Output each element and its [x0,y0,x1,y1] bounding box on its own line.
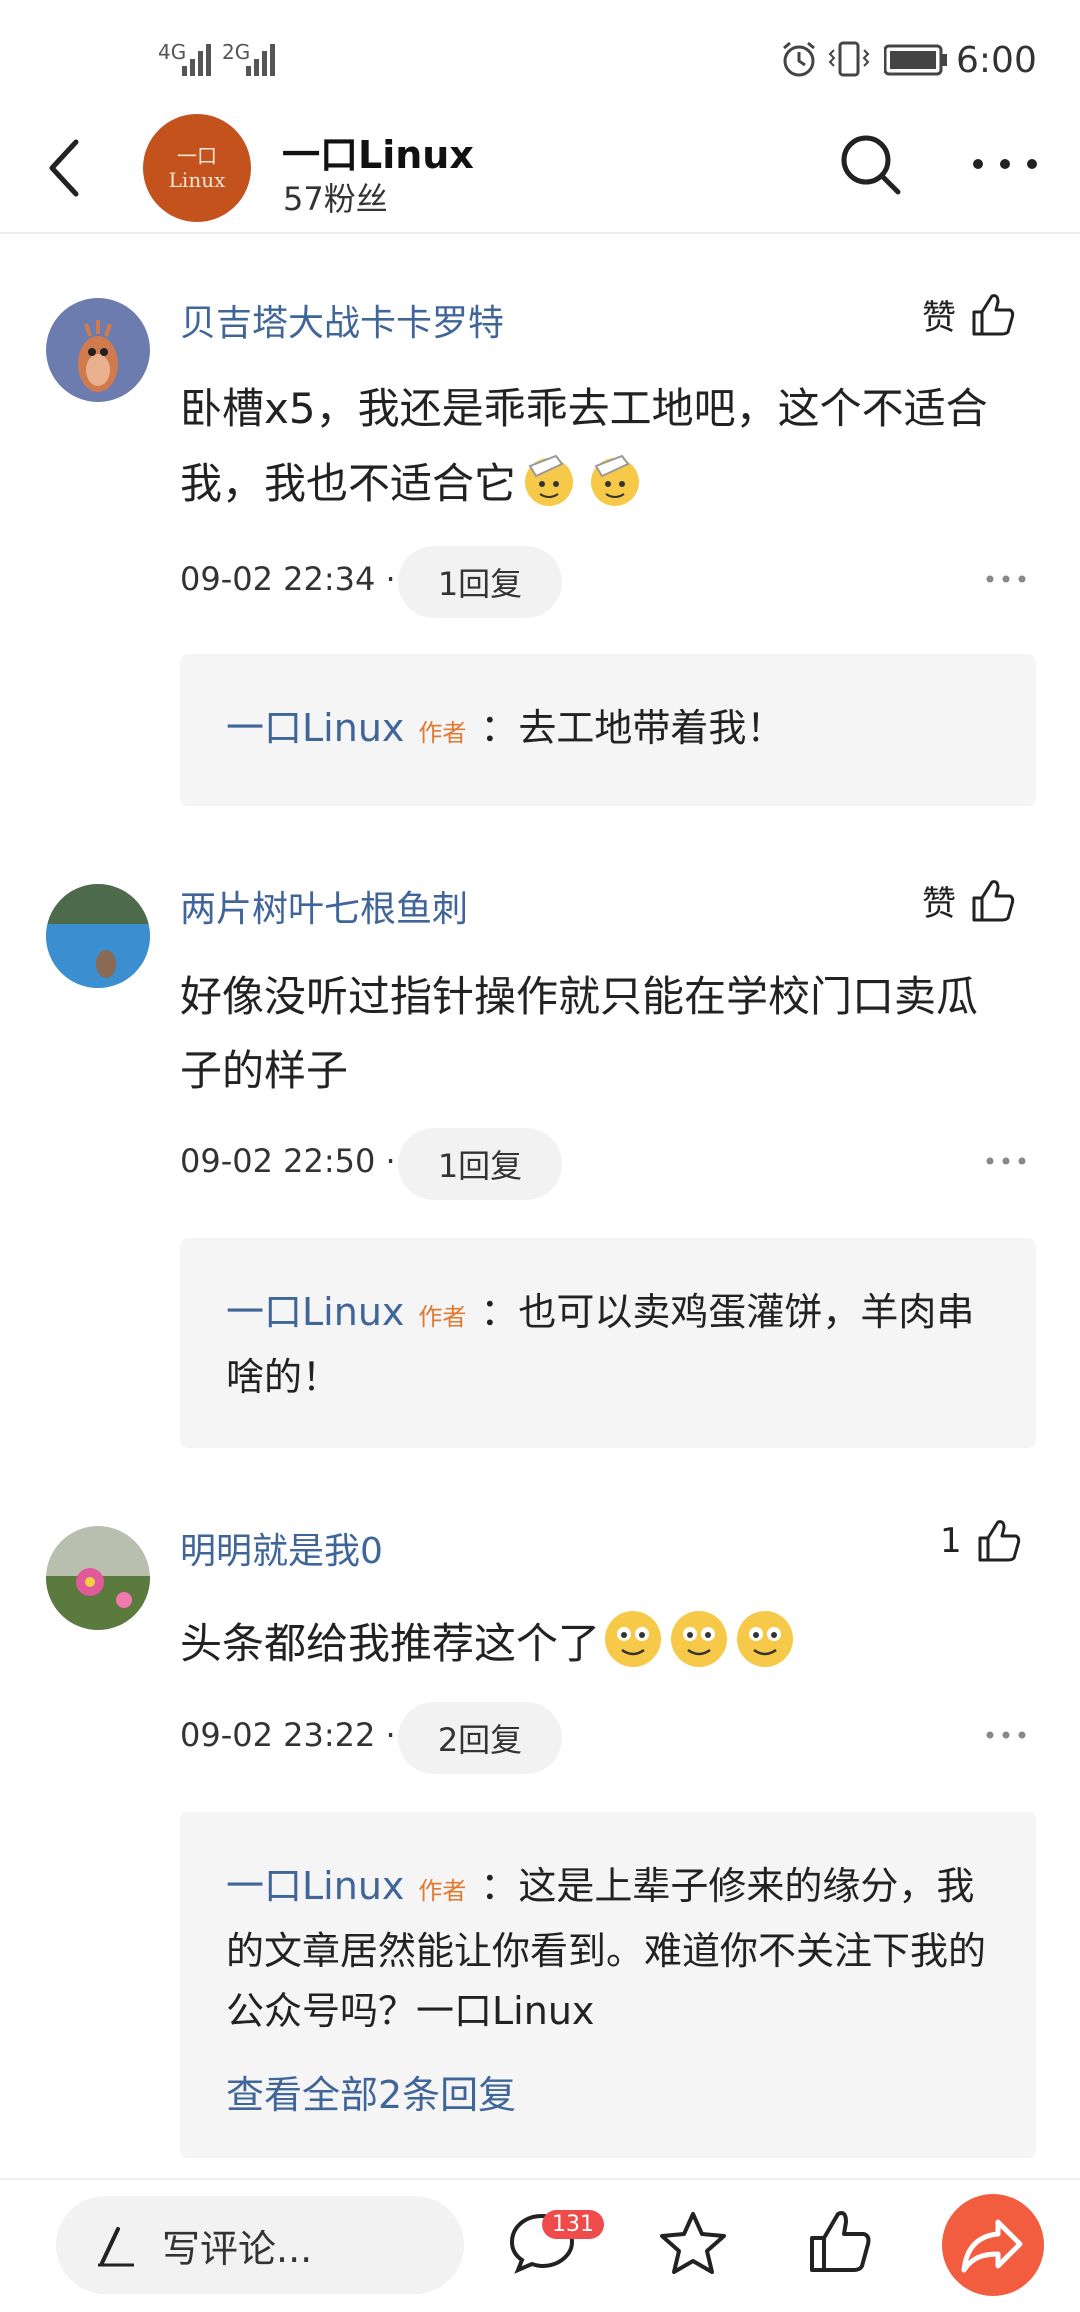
separator-dot: · [385,1716,396,1754]
comment-more-icon[interactable] [984,1728,1028,1742]
comment-text: 卧槽x5，我还是乖乖去工地吧，这个不适合我，我也不适合它 [180,372,1010,521]
user-avatar[interactable] [46,884,150,988]
back-icon[interactable] [44,138,84,198]
user-avatar[interactable] [46,1526,150,1630]
comment-time: 09-02 22:34 [180,560,376,598]
reply-box[interactable]: 一口Linux 作者 ：这是上辈子修来的缘分，我的文章居然能让你看到。难道你不关注下… [180,1812,1036,2158]
account-avatar[interactable]: 一口 Linux [143,114,251,222]
thumbs-up-icon[interactable] [806,2208,876,2274]
share-arrow-icon [961,2219,1023,2273]
comment-meta: 09-02 22:50 · [180,1142,396,1180]
separator-dot: · [385,560,396,598]
thumbs-up-icon [972,879,1015,921]
comment-text: 好像没听过指针操作就只能在学校门口卖瓜子的样子 [180,972,979,1095]
alarm-icon [783,41,815,77]
more-options-icon[interactable] [970,154,1040,174]
comment-count-badge: 131 [542,2210,604,2239]
reply-author-name[interactable]: 一口Linux [226,706,404,750]
smile-emoji-icon [737,1611,794,1667]
smile-emoji-icon [671,1611,728,1667]
logo-line-2: Linux [168,168,226,192]
comment-text-content: 头条都给我推荐这个了 [180,1619,601,1668]
reply-content: 一口Linux 作者 ：这是上辈子修来的缘分，我的文章居然能让你看到。难道你不关注下… [180,1812,1036,2069]
follower-count: 57粉丝 [283,180,388,218]
comment-time: 09-02 23:22 [180,1716,376,1754]
bottom-action-bar: 写评论... 131 [0,2178,1080,2312]
thumbs-up-icon [978,1520,1020,1562]
reply-author-name[interactable]: 一口Linux [226,1864,404,1908]
author-badge: 作者 [418,1303,467,1331]
comment-input[interactable]: 写评论... [56,2196,464,2294]
smile-emoji-icon [605,1611,662,1667]
reply-box[interactable]: 一口Linux 作者 ：去工地带着我！ [180,654,1036,806]
comment-username[interactable]: 贝吉塔大战卡卡罗特 [180,294,504,346]
comment-text: 头条都给我推荐这个了 [180,1606,1010,1681]
comment-username[interactable]: 明明就是我0 [180,1522,383,1574]
reply-box[interactable]: 一口Linux 作者 ：也可以卖鸡蛋灌饼，羊肉串啥的！ [180,1238,1036,1448]
signal-icon [246,44,275,76]
like-count: 1 [940,1521,962,1561]
battery-icon [884,44,947,76]
reply-content: 一口Linux 作者 ：去工地带着我！ [180,654,1036,791]
comment-more-icon[interactable] [984,572,1028,586]
author-badge: 作者 [418,1877,467,1905]
pen-icon [98,2227,134,2267]
like-button[interactable]: 赞 [922,290,1016,339]
reply-count-button[interactable]: 1回复 [398,1128,562,1200]
salute-emoji-icon [525,454,574,506]
vibrate-icon [828,41,870,77]
comment-more-icon[interactable] [984,1154,1028,1168]
reply-content: 一口Linux 作者 ：也可以卖鸡蛋灌饼，羊肉串啥的！ [180,1238,1036,1435]
view-all-replies-link[interactable]: 查看全部2条回复 [226,2064,516,2119]
clock: 6:00 [956,40,1037,81]
like-label: 赞 [922,298,956,338]
reply-author-name[interactable]: 一口Linux [226,1290,404,1334]
comment-meta: 09-02 22:34 · [180,560,396,598]
comment-meta: 09-02 23:22 · [180,1716,396,1754]
status-bar: 4G 2G 6:00 [0,0,1080,110]
search-icon[interactable] [838,132,904,198]
like-label: 赞 [922,884,956,924]
thumbs-up-icon [972,293,1015,335]
star-icon[interactable] [658,2210,728,2276]
comment-username[interactable]: 两片树叶七根鱼刺 [180,880,468,932]
share-button[interactable] [942,2194,1044,2296]
account-title[interactable]: 一口Linux [282,124,474,179]
header-bar: 一口 Linux 一口Linux 57粉丝 [0,110,1080,234]
signal-icon [182,44,211,76]
comment-input-placeholder: 写评论... [162,2226,313,2271]
reply-text: ：去工地带着我！ [480,706,785,750]
like-button[interactable]: 1 [940,1518,1022,1564]
separator-dot: · [385,1142,396,1180]
reply-count-button[interactable]: 1回复 [398,546,562,618]
like-button[interactable]: 赞 [922,876,1016,925]
salute-emoji-icon [591,454,640,506]
comment-time: 09-02 22:50 [180,1142,376,1180]
user-avatar[interactable] [46,298,150,402]
author-badge: 作者 [418,719,467,747]
reply-count-button[interactable]: 2回复 [398,1702,562,1774]
logo-line-1: 一口 [177,144,217,168]
